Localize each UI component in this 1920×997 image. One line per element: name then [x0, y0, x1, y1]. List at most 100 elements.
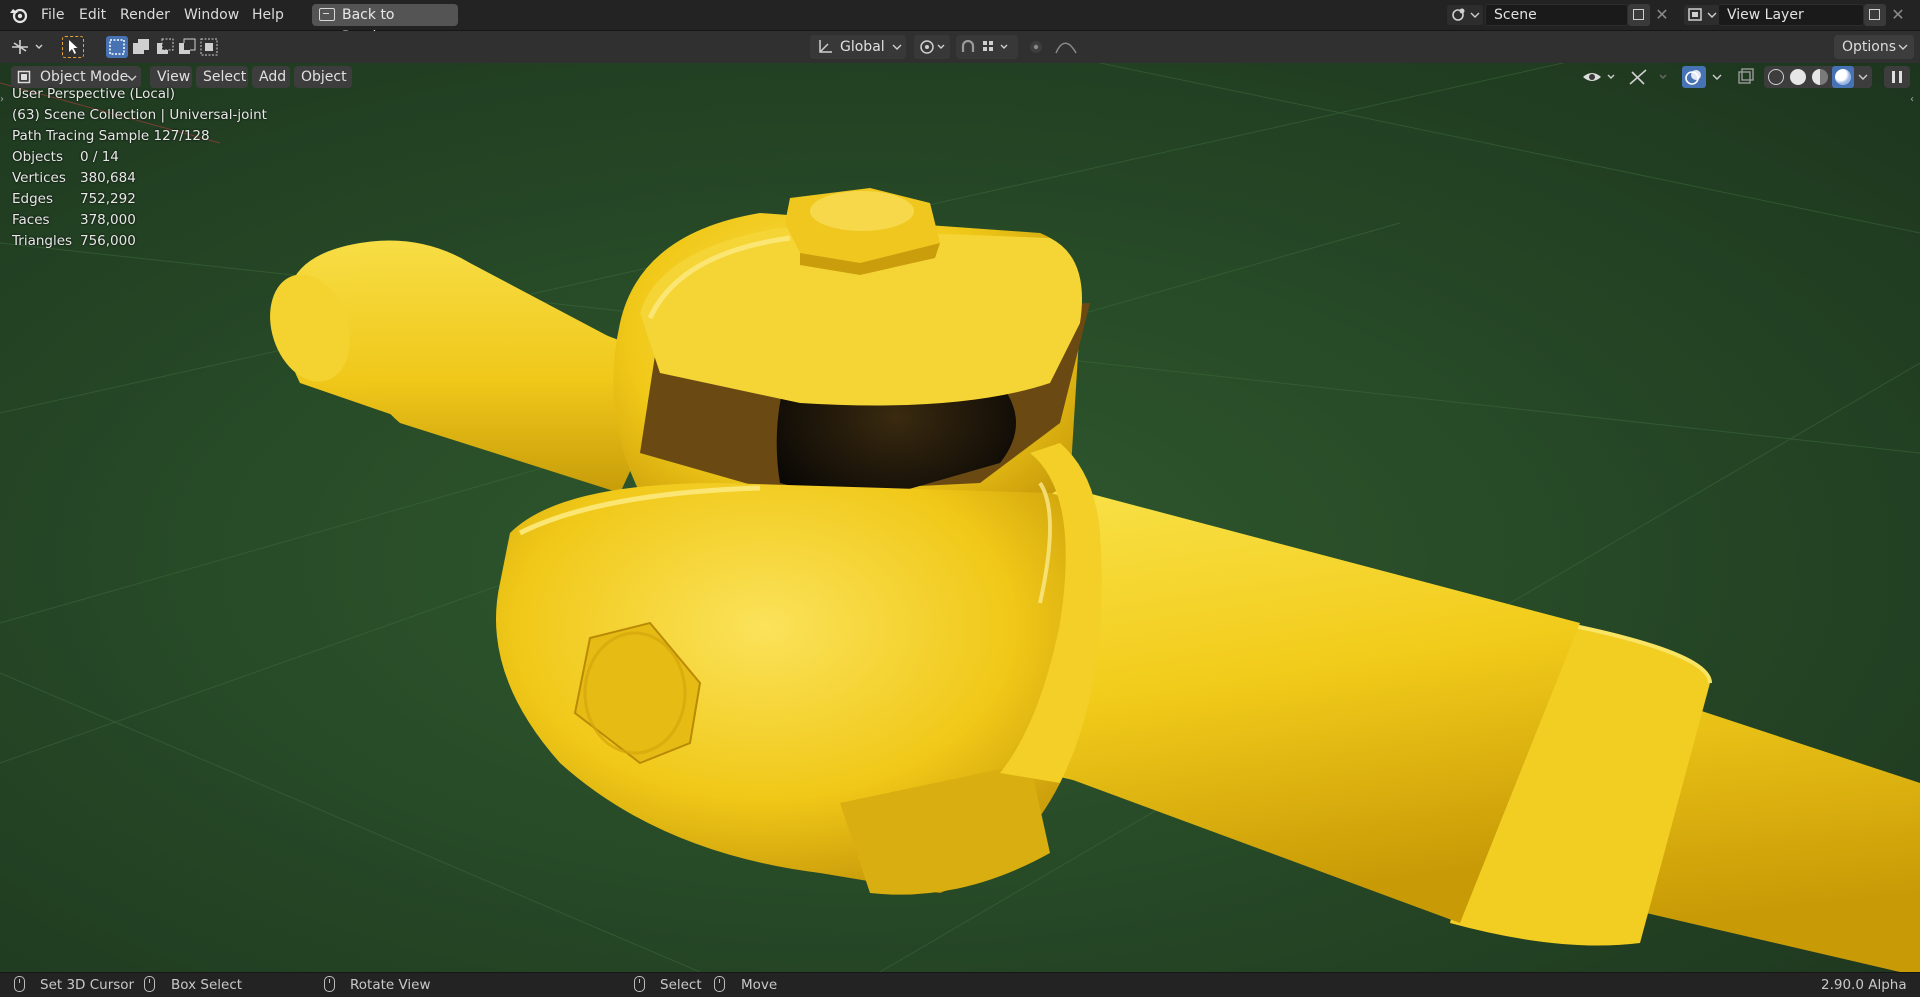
chevron-down-icon	[1858, 74, 1868, 80]
stat-row-vertices: Vertices 380,684	[12, 168, 136, 189]
stat-value: 378,000	[80, 212, 136, 228]
overlay-icon	[1685, 70, 1701, 85]
scene-statistics: Objects 0 / 14 Vertices 380,684 Edges 752,2…	[12, 147, 136, 252]
back-to-previous-button[interactable]: Back to Previous	[312, 4, 458, 45]
editor-type-button[interactable]	[8, 36, 46, 58]
select-mode-subtract-button[interactable]	[154, 36, 176, 58]
menu-window[interactable]: Window	[184, 5, 239, 25]
blender-logo-icon[interactable]	[9, 6, 29, 24]
rendered-scene	[0, 63, 1920, 972]
stat-label: Triangles	[12, 233, 73, 249]
select-mode-extend-button[interactable]	[130, 36, 152, 58]
select-subtract-icon	[157, 38, 174, 54]
new-view-layer-button[interactable]	[1864, 4, 1886, 26]
view-layer-name-field[interactable]: View Layer	[1718, 4, 1864, 26]
mouse-right-icon	[634, 976, 645, 992]
proportional-editing-button[interactable]	[1026, 35, 1082, 59]
scene-name-field[interactable]: Scene	[1485, 4, 1628, 26]
select-mode-new-button[interactable]	[106, 36, 128, 58]
cursor-arrow-icon	[69, 40, 78, 54]
scene-browse-button[interactable]	[1447, 5, 1483, 25]
chevron-down-icon	[1898, 44, 1908, 50]
select-extend-icon	[133, 39, 149, 54]
options-dropdown[interactable]: Options	[1834, 35, 1914, 59]
proportional-edit-icon	[1030, 41, 1077, 54]
status-move: Move	[741, 977, 778, 993]
stat-row-faces: Faces 378,000	[12, 210, 136, 231]
status-rotate-view: Rotate View	[350, 977, 431, 993]
stat-value: 756,000	[80, 233, 136, 249]
view-layer-browse-button[interactable]	[1684, 5, 1720, 25]
version-label: 2.90.0 Alpha	[1821, 977, 1907, 993]
chevron-down-icon	[892, 44, 902, 50]
stat-value: 0 / 14	[80, 149, 119, 165]
perspective-label: User Perspective (Local)	[12, 86, 176, 102]
stat-row-objects: Objects 0 / 14	[12, 147, 136, 168]
stat-label: Objects	[12, 149, 64, 165]
mouse-right-drag-icon	[714, 976, 725, 992]
object-mode-icon	[17, 70, 31, 84]
select-mode-difference-button[interactable]	[176, 36, 198, 58]
tool-header: Global Options	[0, 31, 1920, 63]
mouse-left-icon	[14, 976, 25, 992]
chevron-down-icon	[127, 75, 137, 81]
mouse-middle-icon	[324, 976, 335, 992]
new-scene-button[interactable]	[1628, 4, 1650, 26]
duplicate-icon	[1869, 9, 1880, 20]
menu-render[interactable]: Render	[120, 5, 170, 25]
solid-shading-button[interactable]	[1790, 69, 1806, 85]
pause-render-button[interactable]	[1884, 66, 1910, 88]
menu-file[interactable]: File	[41, 5, 64, 25]
stat-row-triangles: Triangles 756,000	[12, 231, 136, 252]
stat-row-edges: Edges 752,292	[12, 189, 136, 210]
select-mode-intersect-button[interactable]	[198, 36, 220, 58]
back-icon	[319, 8, 335, 21]
rendered-shading-icon	[1835, 69, 1851, 85]
viewport-menu-object[interactable]: Object	[294, 66, 352, 88]
top-menu-bar: File Edit Render Window Help Back to Pre…	[0, 0, 1920, 45]
status-set-3d-cursor: Set 3D Cursor	[40, 977, 135, 993]
sample-label: Path Tracing Sample 127/128	[12, 128, 210, 144]
stat-label: Faces	[12, 212, 50, 228]
status-bar: Set 3D Cursor Box Select Rotate View Sel…	[0, 972, 1920, 997]
axis-icon	[819, 40, 832, 53]
transform-orientation-label: Global	[840, 39, 885, 55]
pause-icon	[1892, 71, 1902, 83]
tweak-tool-button[interactable]	[62, 36, 84, 58]
menu-help[interactable]: Help	[252, 5, 284, 25]
snap-magnet-icon	[961, 39, 1008, 52]
gizmo-toggle-button[interactable]	[1626, 66, 1676, 88]
duplicate-icon	[1633, 9, 1644, 20]
xray-icon	[1738, 68, 1754, 84]
select-intersect-icon	[200, 38, 218, 56]
select-new-icon	[109, 39, 125, 55]
stat-value: 752,292	[80, 191, 136, 207]
sidebar-expand-icon[interactable]: ‹	[1910, 93, 1918, 107]
overlays-dropdown[interactable]	[1682, 66, 1728, 88]
collection-label: (63) Scene Collection | Universal-joint	[12, 107, 267, 123]
gizmo-icon	[1629, 69, 1667, 85]
status-select: Select	[660, 977, 702, 993]
snapping-dropdown[interactable]	[956, 35, 1018, 59]
stat-label: Vertices	[12, 170, 66, 186]
wireframe-shading-button[interactable]	[1768, 69, 1784, 85]
remove-scene-icon[interactable]: ✕	[1652, 4, 1672, 26]
transform-orientation-dropdown[interactable]: Global	[810, 35, 906, 59]
visibility-dropdown[interactable]	[1580, 66, 1620, 88]
overlays-toggle-button[interactable]	[1682, 66, 1706, 88]
remove-view-layer-icon[interactable]: ✕	[1888, 4, 1908, 26]
eye-icon	[1583, 73, 1615, 81]
xray-toggle-button[interactable]	[1736, 67, 1756, 87]
mouse-drag-icon	[144, 976, 155, 992]
viewport-info-overlay: User Perspective (Local) (63) Scene Coll…	[12, 84, 267, 147]
pivot-icon	[920, 40, 945, 54]
stat-label: Edges	[12, 191, 54, 207]
menu-edit[interactable]: Edit	[79, 5, 106, 25]
toolbar-expand-icon[interactable]: ›	[0, 93, 8, 107]
shading-mode-group	[1764, 66, 1872, 88]
material-preview-shading-button[interactable]	[1812, 69, 1828, 85]
3d-viewport[interactable]: Object Mode View Select Add Object User …	[0, 63, 1920, 972]
pivot-point-dropdown[interactable]	[914, 35, 950, 59]
rendered-shading-button[interactable]	[1832, 66, 1854, 88]
status-box-select: Box Select	[171, 977, 243, 993]
